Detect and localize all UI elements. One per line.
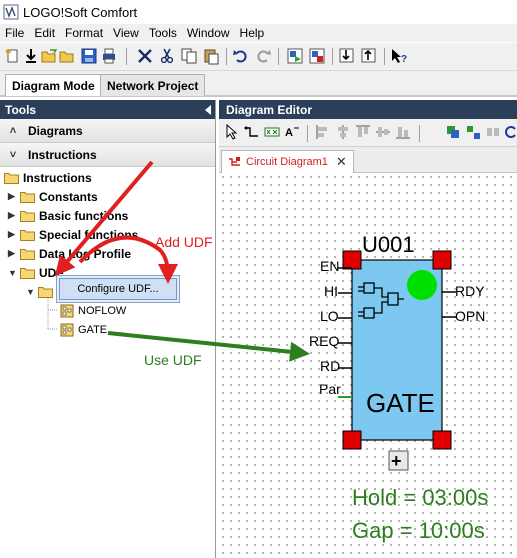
scissors-icon[interactable] bbox=[158, 47, 176, 65]
tree-leaf-noflow[interactable]: NOFLOW bbox=[60, 302, 126, 320]
tree-item-constants[interactable]: ▶ Constants bbox=[8, 187, 98, 206]
undo-icon[interactable] bbox=[232, 47, 250, 65]
split-connection-icon[interactable] bbox=[485, 124, 501, 140]
tree-item-label: Constants bbox=[39, 189, 98, 204]
collapse-arrow-icon[interactable]: ▼ bbox=[8, 268, 18, 278]
transfer-to-pc-icon[interactable] bbox=[338, 47, 356, 65]
align-center-icon[interactable] bbox=[335, 124, 351, 140]
download-icon[interactable] bbox=[22, 47, 40, 65]
editor-title: Diagram Editor bbox=[226, 102, 313, 117]
align-middle-icon[interactable] bbox=[375, 124, 391, 140]
main-toolbar: ? bbox=[0, 43, 517, 71]
tree-connector-lines bbox=[47, 298, 58, 330]
tree-item-label: Basic functions bbox=[39, 208, 129, 223]
folder-icon bbox=[20, 210, 35, 222]
tree-root-instructions[interactable]: Instructions bbox=[4, 168, 92, 187]
tab-circuit-diagram1[interactable]: Circuit Diagram1 ✕ bbox=[221, 150, 354, 173]
menu-format[interactable]: Format bbox=[60, 26, 108, 40]
simulation-icon[interactable] bbox=[286, 47, 304, 65]
menu-help[interactable]: Help bbox=[235, 26, 270, 40]
copy-icon[interactable] bbox=[180, 47, 198, 65]
editor-header: Diagram Editor bbox=[219, 100, 517, 119]
menu-bar: File Edit Format View Tools Window Help bbox=[0, 24, 517, 42]
context-help-icon[interactable]: ? bbox=[390, 47, 408, 65]
tree-item-data-log-profile[interactable]: ▶ Data Log Profile bbox=[8, 244, 131, 263]
collapse-arrow-icon[interactable]: ▼ bbox=[26, 287, 36, 297]
connect-tool-icon[interactable] bbox=[244, 124, 260, 140]
ungroup-icon[interactable] bbox=[465, 124, 481, 140]
rotate-icon[interactable] bbox=[503, 124, 517, 140]
expand-arrow-icon[interactable]: ▶ bbox=[8, 248, 18, 259]
redo-icon[interactable] bbox=[254, 47, 272, 65]
tree-item-label: Data Log Profile bbox=[39, 246, 132, 261]
section-instructions[interactable]: ˅ Instructions bbox=[0, 143, 215, 167]
window-title: LOGO!Soft Comfort bbox=[23, 4, 138, 20]
document-tab-bar: Circuit Diagram1 ✕ bbox=[219, 147, 517, 173]
menu-file[interactable]: File bbox=[0, 26, 29, 40]
udf-block-icon bbox=[60, 304, 74, 318]
tree-item-special-functions[interactable]: ▶ Special functions bbox=[8, 225, 138, 244]
folder-icon bbox=[20, 191, 35, 203]
folder-icon bbox=[20, 267, 35, 279]
menu-edit[interactable]: Edit bbox=[29, 26, 60, 40]
circuit-diagram-icon bbox=[229, 157, 240, 166]
diagram-canvas[interactable] bbox=[219, 173, 517, 558]
editor-toolbar: A bbox=[219, 119, 517, 147]
align-left-icon[interactable] bbox=[315, 124, 331, 140]
tab-network-project[interactable]: Network Project bbox=[100, 74, 206, 96]
menu-tools[interactable]: Tools bbox=[144, 26, 182, 40]
folder-icon bbox=[38, 286, 53, 298]
open-folder-icon[interactable] bbox=[40, 47, 58, 65]
close-icon[interactable]: ✕ bbox=[336, 154, 347, 170]
section-diagrams[interactable]: ˄ Diagrams bbox=[0, 119, 215, 143]
menu-window[interactable]: Window bbox=[182, 26, 235, 40]
expand-arrow-icon[interactable]: ▶ bbox=[8, 210, 18, 221]
expand-arrow-icon[interactable]: ▶ bbox=[8, 191, 18, 202]
configure-udf-menu-item[interactable]: Configure UDF... bbox=[59, 278, 177, 300]
tree-item-basic-functions[interactable]: ▶ Basic functions bbox=[8, 206, 128, 225]
svg-text:?: ? bbox=[401, 54, 407, 65]
folder-icon bbox=[20, 248, 35, 260]
group-icon[interactable] bbox=[445, 124, 461, 140]
select-tool-icon[interactable] bbox=[224, 124, 240, 140]
save-icon[interactable] bbox=[80, 47, 98, 65]
expand-arrow-icon[interactable]: ▶ bbox=[8, 229, 18, 240]
folder-icon bbox=[4, 172, 19, 184]
tab-diagram-mode[interactable]: Diagram Mode bbox=[5, 74, 102, 96]
context-menu: Configure UDF... bbox=[56, 275, 180, 303]
menu-view[interactable]: View bbox=[108, 26, 144, 40]
tree-leaf-gate[interactable]: GATE bbox=[60, 321, 107, 339]
section-instructions-label: Instructions bbox=[28, 147, 97, 162]
svg-text:A: A bbox=[285, 127, 293, 139]
cut-icon[interactable] bbox=[136, 47, 154, 65]
tools-title: Tools bbox=[5, 102, 37, 117]
diagram-editor: Diagram Editor A Circuit Diagram1 ✕ bbox=[219, 100, 517, 558]
tree-root-label: Instructions bbox=[23, 170, 92, 185]
udf-block-icon bbox=[60, 323, 74, 337]
align-bottom-icon[interactable] bbox=[395, 124, 411, 140]
paste-icon[interactable] bbox=[202, 47, 220, 65]
constants-tool-icon[interactable] bbox=[264, 124, 280, 140]
tools-header: Tools bbox=[0, 100, 215, 119]
tree-leaf-label: GATE bbox=[78, 324, 108, 336]
text-tool-icon[interactable]: A bbox=[284, 124, 300, 140]
chevron-up-icon: ˄ bbox=[9, 124, 17, 137]
tree-item-label: Special functions bbox=[39, 227, 139, 242]
align-top-icon[interactable] bbox=[355, 124, 371, 140]
print-icon[interactable] bbox=[100, 47, 118, 65]
section-diagrams-label: Diagrams bbox=[28, 123, 83, 138]
open-file-icon[interactable] bbox=[58, 47, 76, 65]
online-test-icon[interactable] bbox=[308, 47, 326, 65]
mode-tab-bar: Diagram Mode Network Project bbox=[0, 71, 517, 97]
collapse-panel-icon[interactable] bbox=[205, 105, 211, 115]
tree-leaf-label: NOFLOW bbox=[78, 305, 127, 317]
title-bar: LOGO!Soft Comfort bbox=[0, 0, 517, 24]
new-icon[interactable] bbox=[4, 47, 22, 65]
logo-app-icon bbox=[3, 4, 19, 20]
doc-tab-label: Circuit Diagram1 bbox=[246, 156, 328, 168]
transfer-to-logo-icon[interactable] bbox=[360, 47, 378, 65]
chevron-down-icon: ˅ bbox=[9, 148, 17, 161]
tools-panel: Tools ˄ Diagrams ˅ Instructions Instruct… bbox=[0, 100, 216, 558]
folder-icon bbox=[20, 229, 35, 241]
